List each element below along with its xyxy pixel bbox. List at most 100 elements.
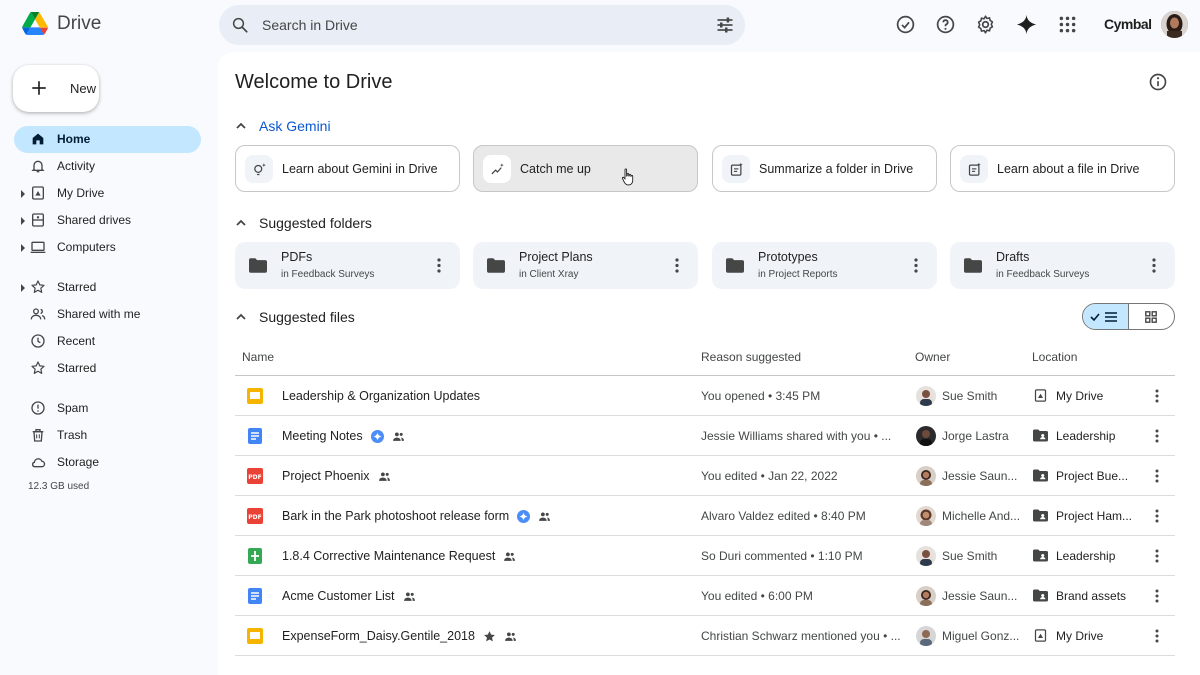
sidebar-item-computers[interactable]: Computers [14,234,201,261]
my-drive-icon [1034,629,1047,642]
owner-name: Jorge Lastra [942,429,1009,443]
sidebar-item-starred[interactable]: Starred [14,274,201,301]
person-photo-icon [916,626,936,646]
column-header-reason[interactable]: Reason suggested [701,350,801,364]
top-bar: Drive Search in Drive Cymbal [0,0,1200,50]
plus-icon [32,81,46,95]
search-input[interactable]: Search in Drive [262,17,358,33]
file-name: ExpenseForm_Daisy.Gentile_2018 [282,629,517,643]
table-row[interactable]: PDF Project Phoenix You edited • Jan 22,… [235,456,1175,496]
sidebar-item-storage[interactable]: Storage [14,449,201,476]
chip-icon-wrap [245,155,273,183]
reason-suggested: Alvaro Valdez edited • 8:40 PM [701,509,866,523]
list-view-button[interactable] [1083,304,1129,329]
my-drive-icon [32,186,44,200]
search-bar[interactable]: Search in Drive [219,5,745,45]
owner-avatar [916,426,936,446]
gemini-chip-learn-about-file[interactable]: Learn about a file in Drive [950,145,1175,192]
gemini-chip-summarize-folder[interactable]: Summarize a folder in Drive [712,145,937,192]
sidebar-item-label: Starred [57,361,97,375]
sidebar-item-starred-2[interactable]: Starred [14,355,201,382]
search-options-icon[interactable] [715,15,735,35]
ask-gemini-section-toggle[interactable]: Ask Gemini [235,118,331,134]
chip-label: Summarize a folder in Drive [759,162,914,176]
gemini-chip-learn-about-gemini[interactable]: Learn about Gemini in Drive [235,145,460,192]
pdf-file-icon: PDF [247,468,263,484]
more-vert-icon[interactable] [1155,629,1159,643]
folder-card[interactable]: PDFs in Feedback Surveys [235,242,460,289]
suggested-files-section-toggle[interactable]: Suggested files [235,309,355,325]
summarize-doc-icon [730,162,743,176]
owner-avatar [916,546,936,566]
cloud-icon [31,458,46,468]
expand-caret-icon[interactable] [20,244,26,252]
file-location: My Drive [1056,389,1104,403]
expand-caret-icon[interactable] [20,190,26,198]
folder-card[interactable]: Drafts in Feedback Surveys [950,242,1175,289]
column-header-location[interactable]: Location [1032,350,1077,364]
file-location: Project Bue... [1056,469,1129,483]
file-location: Project Ham... [1056,509,1133,523]
table-row[interactable]: Acme Customer List You edited • 6:00 PM … [235,576,1175,616]
grid-view-icon [1145,310,1158,323]
sidebar-item-spam[interactable]: Spam [14,395,201,422]
folder-name: Drafts [996,250,1030,264]
sidebar-item-home[interactable]: Home [14,126,201,153]
spam-icon [31,401,45,415]
folder-icon [249,258,267,273]
more-vert-icon[interactable] [1155,589,1159,603]
table-row[interactable]: PDF Bark in the Park photoshoot release … [235,496,1175,536]
sidebar-item-label: Storage [57,455,100,469]
table-row[interactable]: 1.8.4 Corrective Maintenance Request So … [235,536,1175,576]
settings-gear-icon[interactable] [975,14,996,35]
expand-caret-icon[interactable] [20,284,26,292]
new-button[interactable]: New [13,65,99,112]
table-row[interactable]: Meeting Notes Jessie Williams shared wit… [235,416,1175,456]
folder-icon [726,258,744,273]
column-header-name[interactable]: Name [242,350,274,364]
help-icon[interactable] [935,14,956,35]
sidebar-item-my-drive[interactable]: My Drive [14,180,201,207]
folder-card[interactable]: Prototypes in Project Reports [712,242,937,289]
people-icon [30,308,46,320]
more-vert-icon[interactable] [1155,509,1159,523]
expand-caret-icon[interactable] [20,217,26,225]
folder-card[interactable]: Project Plans in Client Xray [473,242,698,289]
more-vert-icon[interactable] [914,258,918,273]
suggested-folders-section-toggle[interactable]: Suggested folders [235,215,372,231]
more-vert-icon[interactable] [1155,389,1159,403]
sidebar-item-shared-drives[interactable]: Shared drives [14,207,201,234]
more-vert-icon[interactable] [1155,549,1159,563]
lightbulb-sparkle-icon [253,162,266,175]
table-row[interactable]: Leadership & Organization Updates You op… [235,376,1175,416]
info-icon[interactable] [1148,72,1168,92]
more-vert-icon[interactable] [675,258,679,273]
more-vert-icon[interactable] [437,258,441,273]
shared-people-icon [539,511,551,521]
sidebar-item-activity[interactable]: Activity [14,153,201,180]
drive-logo[interactable]: Drive [22,12,101,35]
owner-avatar [916,586,936,606]
sidebar-item-trash[interactable]: Trash [14,422,201,449]
bell-icon [31,160,45,173]
sidebar-item-recent[interactable]: Recent [14,328,201,355]
more-vert-icon[interactable] [1152,258,1156,273]
more-vert-icon[interactable] [1155,429,1159,443]
table-row[interactable]: ExpenseForm_Daisy.Gentile_2018 Christian… [235,616,1175,656]
gemini-chip-catch-me-up[interactable]: Catch me up [473,145,698,192]
owner-name: Sue Smith [942,389,998,403]
sidebar-item-shared-with-me[interactable]: Shared with me [14,301,201,328]
account-avatar[interactable] [1161,11,1188,38]
apps-grid-icon[interactable] [1057,14,1078,35]
folder-location: in Client Xray [519,269,579,280]
sidebar-item-label: Home [57,132,91,146]
column-header-owner[interactable]: Owner [915,350,950,364]
more-vert-icon[interactable] [1155,469,1159,483]
grid-view-button[interactable] [1129,304,1175,329]
offline-status-icon[interactable] [895,14,916,35]
reason-suggested: You edited • 6:00 PM [701,589,813,603]
gemini-sparkle-icon[interactable] [1016,14,1037,35]
chip-icon-wrap [960,155,988,183]
file-location: Brand assets [1056,589,1127,603]
search-icon[interactable] [231,16,249,34]
